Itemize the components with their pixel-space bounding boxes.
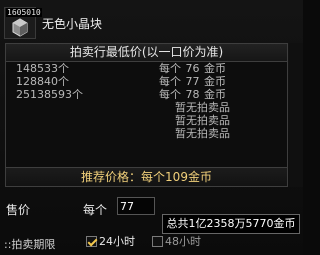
row-unit-price: 每个 76 金币 bbox=[159, 62, 226, 75]
row-quantity: 25138593个 bbox=[16, 88, 83, 101]
period-24h-label: 24小时 bbox=[99, 235, 135, 248]
auction-sell-panel: 1605010 无色小晶块 拍卖行最低价(以一口价为准) 148533个 每个 … bbox=[0, 0, 303, 255]
lowest-price-table: 拍卖行最低价(以一口价为准) 148533个 每个 76 金币 128840个 … bbox=[5, 43, 288, 187]
crystal-block-icon bbox=[12, 18, 28, 37]
empty-row: 暂无拍卖品 bbox=[6, 127, 287, 140]
auction-period-label: ::拍卖期限 bbox=[4, 238, 56, 251]
row-unit-price: 每个 78 金币 bbox=[159, 88, 226, 101]
period-24h-checkbox[interactable] bbox=[86, 235, 97, 247]
row-quantity: 128840个 bbox=[16, 75, 69, 88]
row-unit-price: 每个 77 金币 bbox=[159, 75, 226, 88]
unit-price-input[interactable] bbox=[117, 197, 155, 215]
sell-price-label: 售价 bbox=[6, 203, 31, 217]
no-listing-text: 暂无拍卖品 bbox=[175, 101, 230, 114]
item-slot[interactable]: 1605010 bbox=[4, 7, 42, 39]
price-rows: 148533个 每个 76 金币 128840个 每个 77 金币 251385… bbox=[6, 62, 287, 140]
item-stack-count: 1605010 bbox=[6, 8, 42, 17]
no-listing-text: 暂无拍卖品 bbox=[175, 114, 230, 127]
period-24h-option[interactable]: 24小时 bbox=[86, 234, 135, 248]
price-row[interactable]: 148533个 每个 76 金币 bbox=[6, 62, 287, 75]
panel-scrollbar[interactable] bbox=[289, 43, 303, 187]
no-listing-text: 暂无拍卖品 bbox=[175, 127, 230, 140]
item-name: 无色小晶块 bbox=[42, 17, 103, 31]
period-48h-checkbox[interactable] bbox=[152, 235, 163, 247]
row-quantity: 148533个 bbox=[16, 62, 69, 75]
empty-row: 暂无拍卖品 bbox=[6, 114, 287, 127]
price-row[interactable]: 25138593个 每个 78 金币 bbox=[6, 88, 287, 101]
per-unit-label: 每个 bbox=[83, 203, 108, 217]
price-table-header: 拍卖行最低价(以一口价为准) bbox=[6, 44, 287, 62]
price-row[interactable]: 128840个 每个 77 金币 bbox=[6, 75, 287, 88]
period-48h-label: 48小时 bbox=[165, 235, 201, 248]
period-48h-option[interactable]: 48小时 bbox=[152, 234, 201, 248]
total-price-tooltip: 总共1亿2358万5770金币 bbox=[162, 214, 300, 234]
suggested-price: 推荐价格：每个109金币 bbox=[6, 167, 287, 186]
empty-row: 暂无拍卖品 bbox=[6, 101, 287, 114]
